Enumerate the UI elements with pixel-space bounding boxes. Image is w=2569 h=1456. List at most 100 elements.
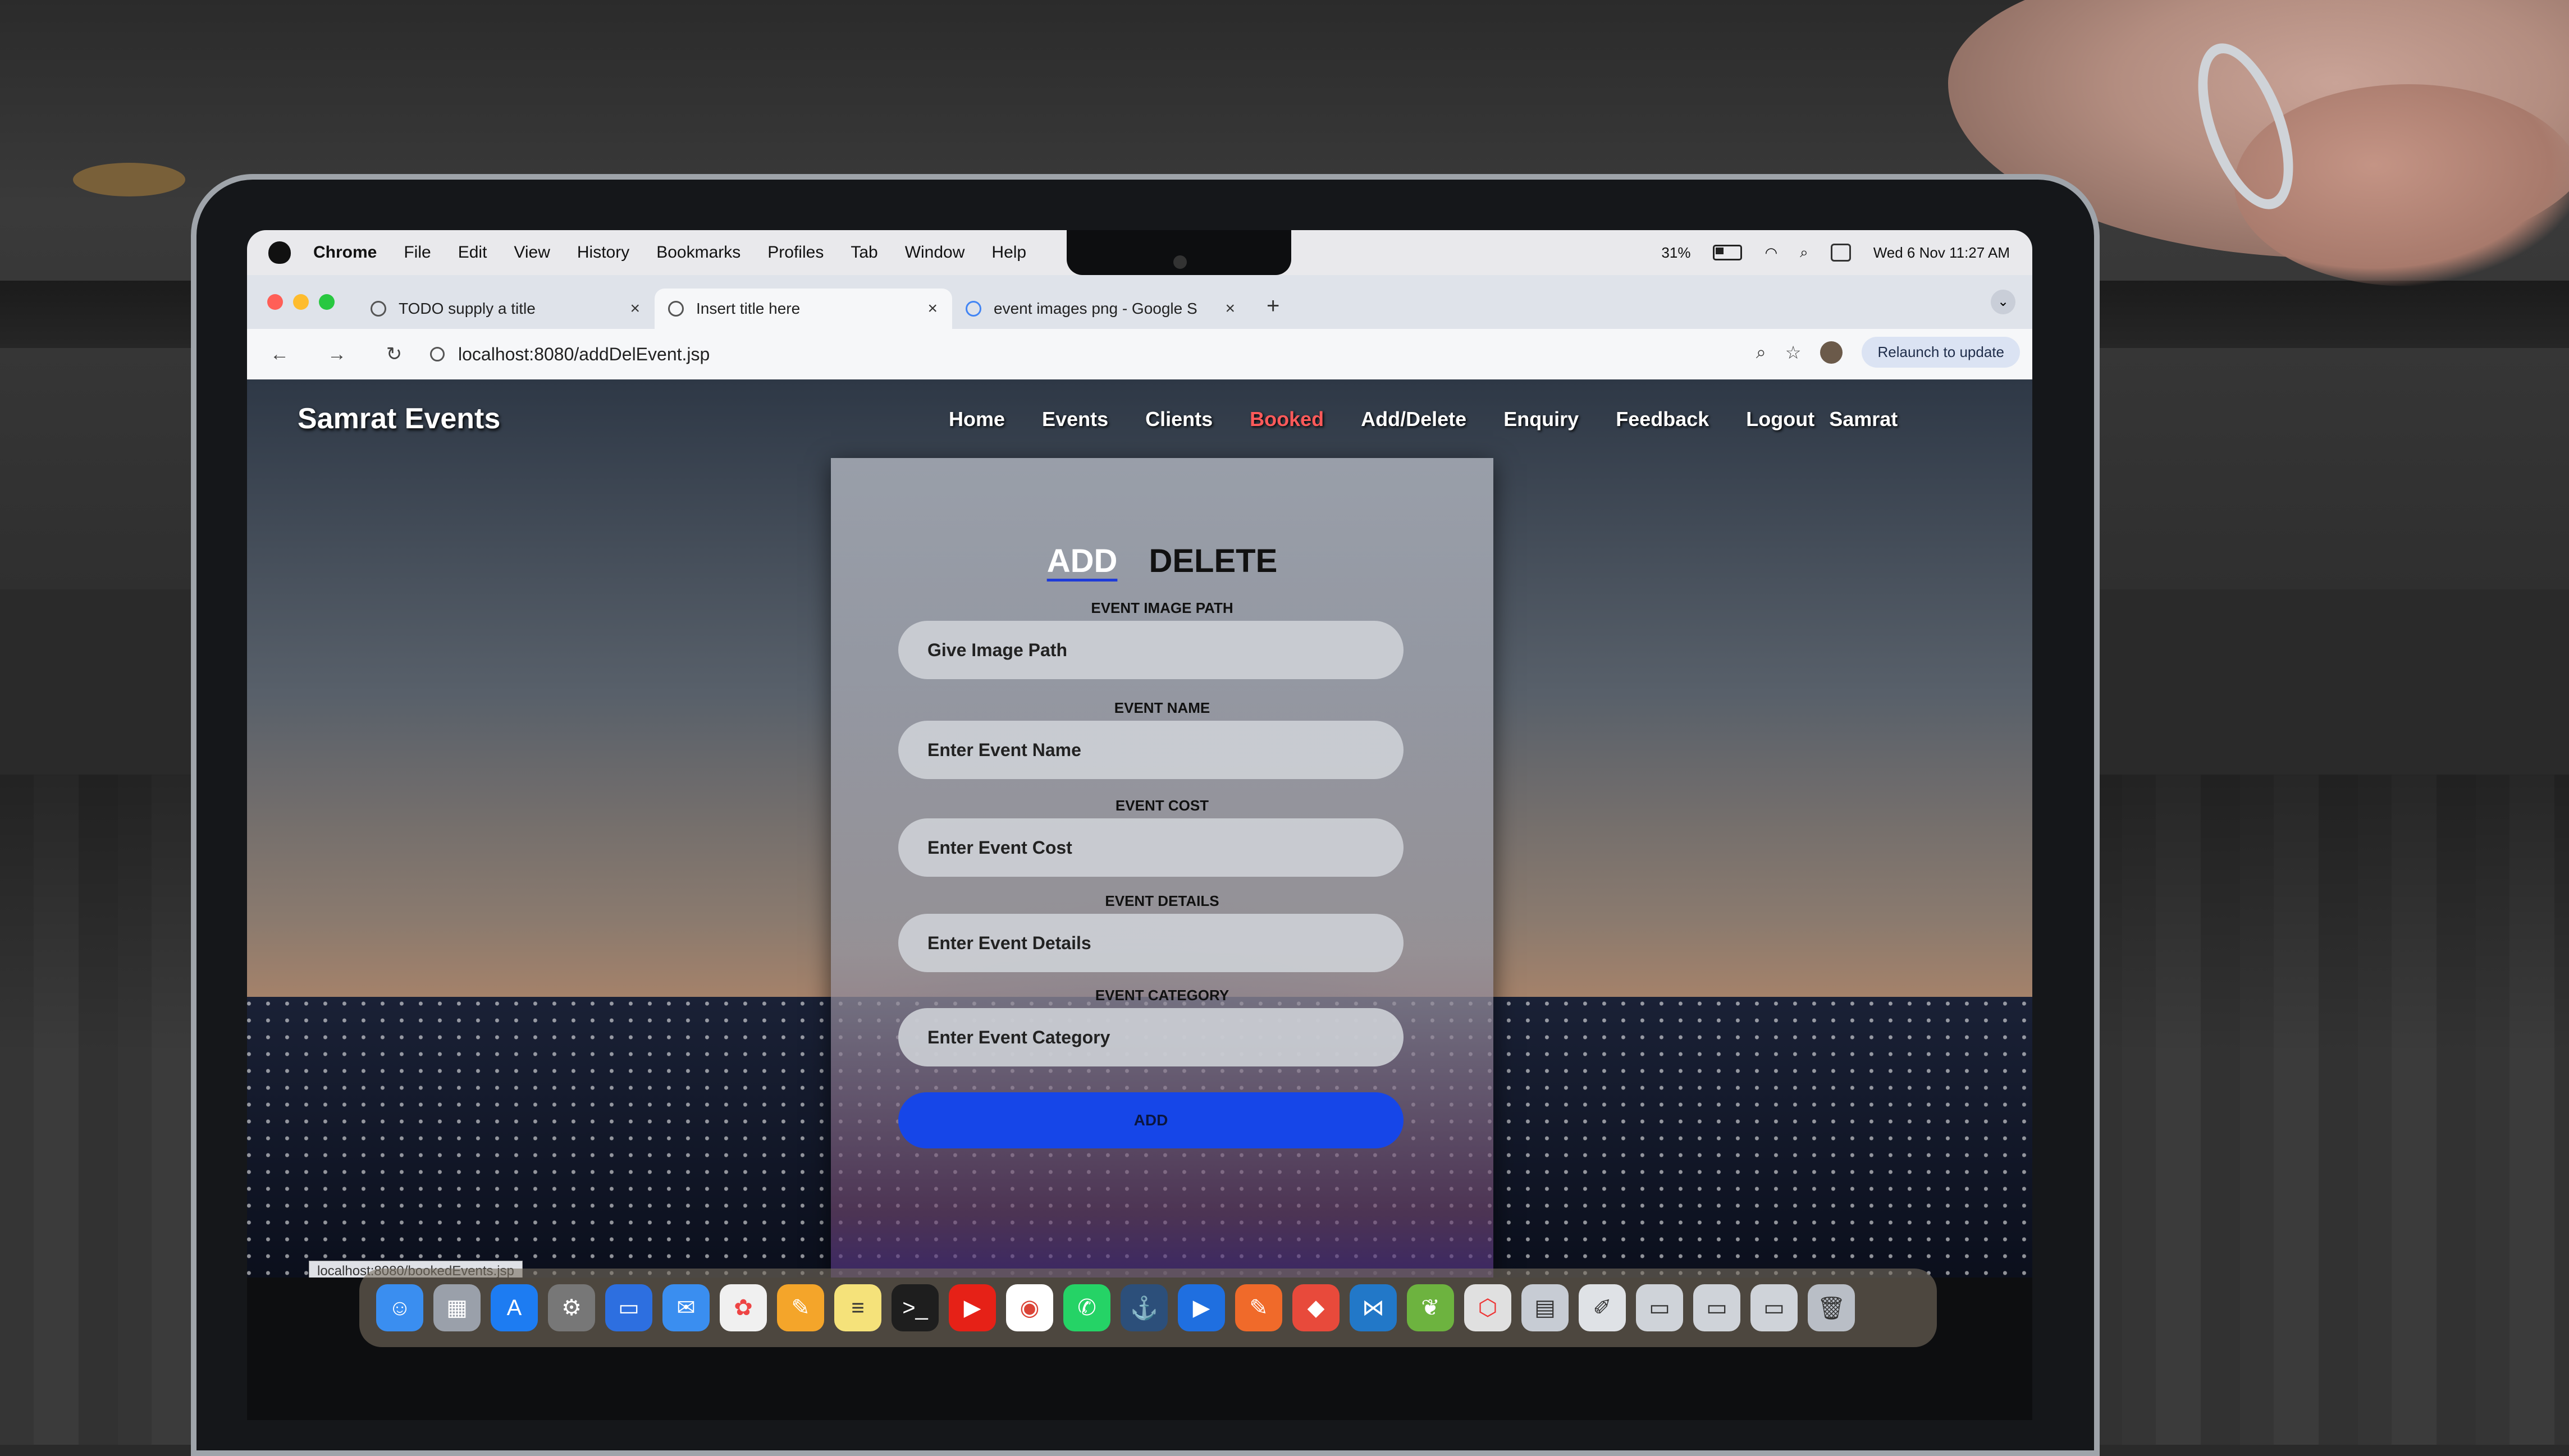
globe-icon bbox=[371, 301, 386, 317]
menu-file[interactable]: File bbox=[404, 243, 431, 262]
menu-history[interactable]: History bbox=[577, 243, 629, 262]
site-nav: Home Events Clients Booked Add/Delete En… bbox=[949, 408, 1898, 431]
zoom-window-icon[interactable] bbox=[319, 294, 335, 310]
browser-tab-strip: TODO supply a title × Insert title here … bbox=[247, 275, 2032, 329]
macos-dock: ☺ ▦ A ⚙ ▭ ✉ ✿ ✎ ≡ >_ ▶ ◉ ✆ ⚓ ▶ ✎ ◆ ⋈ ❦ ⬡… bbox=[359, 1269, 1937, 1347]
wifi-icon[interactable]: ◠ bbox=[1765, 244, 1777, 262]
tab-search-icon[interactable]: ⌄ bbox=[1991, 290, 2015, 314]
event-category-label: EVENT CATEGORY bbox=[1095, 987, 1229, 1004]
form-mode-switch: ADD DELETE bbox=[831, 542, 1493, 580]
laptop-screen: Chrome File Edit View History Bookmarks … bbox=[247, 230, 2032, 1420]
whatsapp-icon[interactable]: ✆ bbox=[1063, 1284, 1110, 1331]
screenshot-thumb-icon[interactable]: ▭ bbox=[1750, 1284, 1798, 1331]
app-store-icon[interactable]: A bbox=[491, 1284, 538, 1331]
window-controls bbox=[267, 294, 335, 310]
close-window-icon[interactable] bbox=[267, 294, 283, 310]
finder-icon[interactable]: ☺ bbox=[376, 1284, 423, 1331]
nav-logout[interactable]: Logout bbox=[1746, 408, 1814, 431]
preview-icon[interactable]: ▤ bbox=[1521, 1284, 1569, 1331]
event-category-input[interactable] bbox=[898, 1008, 1404, 1066]
event-cost-label: EVENT COST bbox=[1115, 797, 1209, 814]
relaunch-button[interactable]: Relaunch to update bbox=[1862, 337, 2020, 368]
event-details-label: EVENT DETAILS bbox=[1105, 892, 1219, 909]
url-text[interactable]: localhost:8080/addDelEvent.jsp bbox=[458, 344, 710, 365]
menubar-datetime[interactable]: Wed 6 Nov 11:27 AM bbox=[1873, 244, 2010, 262]
tab-google-search[interactable]: event images png - Google S × bbox=[952, 289, 1250, 329]
nav-username: Samrat bbox=[1829, 408, 1898, 431]
search-icon[interactable]: ⌕ bbox=[1800, 244, 1808, 262]
minimize-window-icon[interactable] bbox=[293, 294, 309, 310]
vscode-icon[interactable]: ⋈ bbox=[1350, 1284, 1397, 1331]
app-cube-icon[interactable]: ⬡ bbox=[1464, 1284, 1511, 1331]
apple-icon[interactable] bbox=[268, 241, 291, 264]
screenshot-thumb-icon[interactable]: ▭ bbox=[1636, 1284, 1683, 1331]
tab-title: event images png - Google S bbox=[994, 300, 1197, 317]
menu-bookmarks[interactable]: Bookmarks bbox=[656, 243, 740, 262]
menu-tab[interactable]: Tab bbox=[851, 243, 877, 262]
site-info-icon[interactable] bbox=[430, 347, 445, 361]
zoom-icon[interactable]: ⌕ bbox=[1756, 342, 1766, 363]
nav-booked[interactable]: Booked bbox=[1250, 408, 1324, 431]
close-tab-icon[interactable]: × bbox=[1225, 299, 1235, 318]
keynote-icon[interactable]: ▭ bbox=[605, 1284, 652, 1331]
pages-icon[interactable]: ✎ bbox=[777, 1284, 824, 1331]
mail-icon[interactable]: ✉ bbox=[662, 1284, 710, 1331]
nav-events[interactable]: Events bbox=[1042, 408, 1108, 431]
menu-edit[interactable]: Edit bbox=[458, 243, 487, 262]
google-icon bbox=[966, 301, 981, 317]
delete-tab[interactable]: DELETE bbox=[1149, 543, 1277, 579]
event-image-path-input[interactable] bbox=[898, 621, 1404, 679]
event-name-input[interactable] bbox=[898, 721, 1404, 779]
control-center-icon[interactable] bbox=[1830, 244, 1851, 262]
mysql-workbench-icon[interactable]: ⚓ bbox=[1121, 1284, 1168, 1331]
play-icon[interactable]: ▶ bbox=[1178, 1284, 1225, 1331]
system-settings-icon[interactable]: ⚙ bbox=[548, 1284, 595, 1331]
close-tab-icon[interactable]: × bbox=[630, 299, 640, 318]
photos-icon[interactable]: ✿ bbox=[720, 1284, 767, 1331]
notes-icon[interactable]: ≡ bbox=[834, 1284, 881, 1331]
close-tab-icon[interactable]: × bbox=[927, 299, 938, 318]
tab-title: TODO supply a title bbox=[399, 300, 536, 317]
youtube-icon[interactable]: ▶ bbox=[949, 1284, 996, 1331]
menu-view[interactable]: View bbox=[514, 243, 550, 262]
event-image-path-label: EVENT IMAGE PATH bbox=[1091, 599, 1233, 616]
nav-feedback[interactable]: Feedback bbox=[1616, 408, 1709, 431]
spring-tools-icon[interactable]: ❦ bbox=[1407, 1284, 1454, 1331]
tab-insert-title[interactable]: Insert title here × bbox=[655, 289, 952, 329]
site-brand[interactable]: Samrat Events bbox=[298, 402, 500, 436]
event-details-input[interactable] bbox=[898, 914, 1404, 972]
chrome-icon[interactable]: ◉ bbox=[1006, 1284, 1053, 1331]
screenshot-thumb-icon[interactable]: ▭ bbox=[1693, 1284, 1740, 1331]
forward-arrow-icon[interactable]: → bbox=[324, 344, 349, 365]
profile-avatar[interactable] bbox=[1820, 341, 1843, 364]
postman-icon[interactable]: ✎ bbox=[1235, 1284, 1282, 1331]
event-form-card: ADD DELETE EVENT IMAGE PATH EVENT NAME E… bbox=[831, 458, 1493, 1278]
address-bar[interactable]: localhost:8080/addDelEvent.jsp bbox=[430, 344, 710, 365]
launchpad-icon[interactable]: ▦ bbox=[433, 1284, 481, 1331]
menubar-status-area: 31% ◠ ⌕ Wed 6 Nov 11:27 AM bbox=[1661, 230, 2010, 275]
photo-scene: Chrome File Edit View History Bookmarks … bbox=[0, 0, 2569, 1456]
tab-todo[interactable]: TODO supply a title × bbox=[357, 289, 655, 329]
new-tab-icon[interactable]: + bbox=[1267, 294, 1279, 319]
terminal-icon[interactable]: >_ bbox=[892, 1284, 939, 1331]
reload-icon[interactable]: ↻ bbox=[382, 343, 406, 365]
anydesk-icon[interactable]: ◆ bbox=[1292, 1284, 1340, 1331]
nav-add-delete[interactable]: Add/Delete bbox=[1361, 408, 1466, 431]
bookmark-star-icon[interactable]: ☆ bbox=[1785, 342, 1802, 363]
browser-toolbar: ← → ↻ localhost:8080/addDelEvent.jsp ⌕ ☆… bbox=[247, 329, 2032, 379]
event-name-label: EVENT NAME bbox=[1114, 699, 1210, 716]
menu-profiles[interactable]: Profiles bbox=[767, 243, 824, 262]
trash-icon[interactable]: 🗑 bbox=[1808, 1284, 1855, 1331]
menu-help[interactable]: Help bbox=[991, 243, 1026, 262]
add-tab[interactable]: ADD bbox=[1047, 543, 1118, 579]
battery-icon[interactable] bbox=[1713, 245, 1743, 260]
menu-window[interactable]: Window bbox=[905, 243, 965, 262]
back-arrow-icon[interactable]: ← bbox=[267, 344, 292, 365]
nav-enquiry[interactable]: Enquiry bbox=[1503, 408, 1579, 431]
nav-clients[interactable]: Clients bbox=[1145, 408, 1213, 431]
textedit-icon[interactable]: ✐ bbox=[1579, 1284, 1626, 1331]
add-event-button[interactable]: ADD bbox=[898, 1092, 1404, 1148]
nav-home[interactable]: Home bbox=[949, 408, 1005, 431]
event-cost-input[interactable] bbox=[898, 818, 1404, 877]
menu-app-name[interactable]: Chrome bbox=[313, 243, 377, 262]
